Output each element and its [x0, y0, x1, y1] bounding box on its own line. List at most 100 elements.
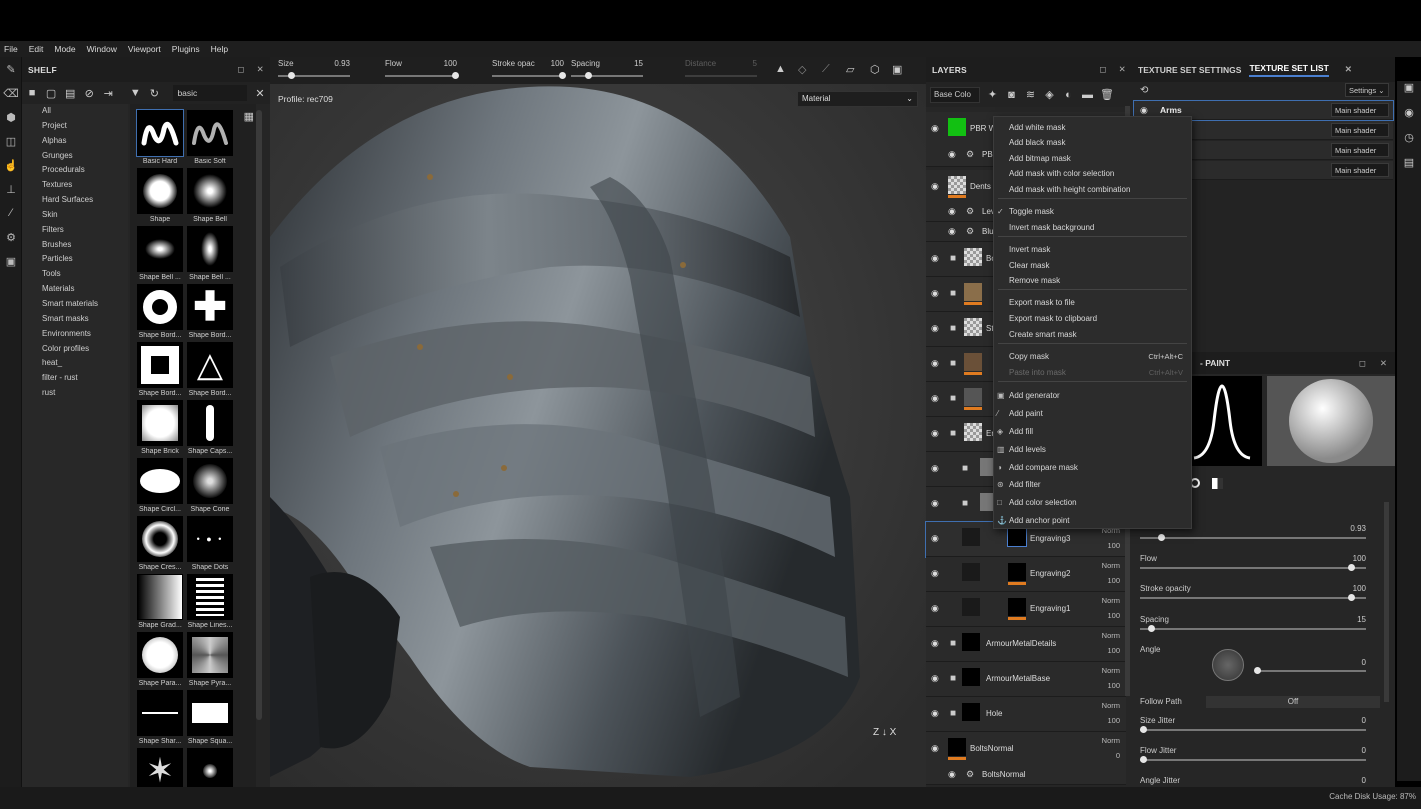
shelf-category-item[interactable]: Hard Surfaces	[22, 193, 128, 208]
shelf-item[interactable]: △ Shape Bord...	[186, 342, 234, 397]
flow-slider[interactable]: Flow 100	[385, 57, 459, 84]
shelf-item[interactable]: Shape Brick	[136, 400, 184, 455]
eye-icon[interactable]: ◉	[931, 638, 944, 649]
layer-row[interactable]: ◉ BoltsNormal Norm 0	[926, 732, 1126, 767]
layer-opacity[interactable]: 100	[1107, 576, 1120, 585]
lazy-mouse-icon[interactable]: ◇	[798, 63, 806, 76]
prop-follow-path[interactable]: Follow Path Off	[1140, 696, 1380, 713]
shelf-item[interactable]: Basic Hard	[136, 109, 184, 165]
mask-thumbnail[interactable]	[1007, 527, 1027, 547]
maximize-icon[interactable]: ◻	[1359, 358, 1366, 369]
shelf-category-item[interactable]: Filters	[22, 223, 128, 238]
close-icon[interactable]: ✕	[1345, 64, 1352, 75]
eye-icon[interactable]: ◉	[931, 253, 944, 264]
spacing-slider[interactable]: Spacing 15	[571, 57, 643, 84]
menu-item[interactable]: Copy mask Ctrl+Alt+C	[994, 349, 1191, 364]
new-file-icon[interactable]: ▢	[45, 87, 57, 100]
menu-item[interactable]: Clear mask	[994, 258, 1191, 273]
shelf-item[interactable]: Shape	[136, 168, 184, 223]
tab-texture-set-settings[interactable]: TEXTURE SET SETTINGS	[1138, 65, 1241, 75]
add-mask-icon[interactable]: ◙	[1005, 89, 1018, 101]
link-icon[interactable]: ⟲	[1140, 85, 1148, 96]
size-slider[interactable]: Size 0.93	[278, 57, 350, 84]
shelf-item[interactable]: Shape Cres...	[136, 516, 184, 571]
eye-icon[interactable]: ◉	[931, 603, 944, 614]
menu-item[interactable]: Add black mask	[994, 135, 1191, 150]
shelf-category-item[interactable]: rust	[22, 386, 128, 401]
shelf-category-item[interactable]: Color profiles	[22, 342, 128, 357]
shelf-category-item[interactable]: Textures	[22, 178, 128, 193]
eye-icon[interactable]: ◉	[931, 568, 944, 579]
menu-item[interactable]: Export mask to clipboard	[994, 311, 1191, 326]
eye-icon[interactable]: ◉	[931, 428, 944, 439]
menu-window[interactable]: Window	[83, 44, 124, 54]
smart-material-icon[interactable]: ◐	[1062, 89, 1075, 101]
display-settings-icon[interactable]: ▣	[1397, 81, 1421, 106]
shelf-search-input[interactable]: basic	[173, 85, 247, 101]
menu-mode[interactable]: Mode	[50, 44, 82, 54]
shelf-item[interactable]: Shape Bell	[186, 168, 234, 223]
eye-icon[interactable]: ◉	[931, 393, 944, 404]
layer-row[interactable]: ◉ ■ ArmourMetalBase Norm 100	[926, 662, 1126, 697]
layer-row[interactable]: ◉ ■ ArmourMetalDetails Norm 100	[926, 627, 1126, 662]
shader-dropdown[interactable]: Main shader	[1331, 143, 1389, 157]
distance-slider[interactable]: Distance 5	[685, 57, 757, 84]
eye-icon[interactable]: ◉	[1140, 105, 1148, 116]
shelf-category-item[interactable]: Materials	[22, 282, 128, 297]
menu-item[interactable]: ⁄ Add paint	[994, 406, 1191, 421]
eye-icon[interactable]: ◉	[931, 358, 944, 369]
refresh-icon[interactable]: ↻	[148, 87, 160, 100]
layer-row[interactable]: ◉ Engraving1 Norm 100	[926, 592, 1126, 627]
shelf-category-item[interactable]: Tools	[22, 267, 128, 282]
shader-dropdown[interactable]: Main shader	[1331, 123, 1389, 137]
eye-icon[interactable]: ◉	[931, 708, 944, 719]
menu-item[interactable]: ▣ Add generator	[994, 388, 1191, 403]
shelf-category-item[interactable]: filter - rust	[22, 371, 128, 386]
save-icon[interactable]: ▤	[64, 87, 76, 100]
menu-item[interactable]: Invert mask	[994, 242, 1191, 257]
shelf-category-item[interactable]: Environments	[22, 327, 128, 342]
prop-flow-jitter[interactable]: Flow Jitter 0	[1140, 746, 1380, 776]
polygon-fill-icon[interactable]: ◫	[0, 129, 22, 153]
eye-icon[interactable]: ◉	[931, 288, 944, 299]
menu-plugins[interactable]: Plugins	[168, 44, 207, 54]
shelf-category-item[interactable]: Project	[22, 119, 128, 134]
eye-icon[interactable]: ◉	[948, 769, 961, 780]
shelf-item[interactable]: Shape Cone	[186, 458, 234, 513]
selection-icon[interactable]: ▱	[846, 63, 854, 76]
shelf-category-item[interactable]: Alphas	[22, 134, 128, 149]
channel-dropdown[interactable]: Base Colo	[930, 86, 980, 103]
add-layer-icon[interactable]: ≋	[1024, 88, 1037, 101]
layer-blend-mode[interactable]: Norm	[1102, 631, 1120, 640]
shelf-item[interactable]: Shape Caps...	[186, 400, 234, 455]
shelf-item[interactable]: ✚ Shape Bord...	[186, 284, 234, 339]
close-icon[interactable]: ✕	[257, 64, 264, 75]
properties-scrollbar[interactable]	[1384, 502, 1389, 702]
shelf-category-item[interactable]: Grunges	[22, 149, 128, 164]
layer-blend-mode[interactable]: Norm	[1102, 596, 1120, 605]
eye-icon[interactable]: ◉	[931, 323, 944, 334]
menu-item[interactable]: ◈ Add fill	[994, 424, 1191, 439]
camera-view-icon[interactable]: ▣	[892, 63, 902, 76]
viewport-3d[interactable]: Z ↓ X	[270, 57, 926, 787]
follow-path-toggle[interactable]: Off	[1206, 696, 1380, 708]
projection-icon[interactable]: ⬢	[0, 105, 22, 129]
add-effect-icon[interactable]: ✦	[986, 88, 999, 101]
prop-spacing-slider[interactable]: Spacing 15	[1140, 615, 1380, 645]
layer-blend-mode[interactable]: Norm	[1102, 561, 1120, 570]
menu-item[interactable]: Export mask to file	[994, 295, 1191, 310]
menu-item[interactable]: Add mask with color selection	[994, 166, 1191, 181]
cube-icon[interactable]: ⬡	[870, 63, 880, 76]
hide-icon[interactable]: ⊘	[83, 87, 95, 100]
prop-stroke-slider[interactable]: Stroke opacity 100	[1140, 584, 1380, 614]
add-group-icon[interactable]: ▬	[1081, 89, 1094, 101]
camera-icon[interactable]: ▣	[0, 249, 22, 273]
layer-blend-mode[interactable]: Norm	[1102, 736, 1120, 745]
menu-item[interactable]: ⊛ Add filter	[994, 477, 1191, 492]
shelf-item[interactable]: Shape Bord...	[136, 284, 184, 339]
shelf-item[interactable]: Shape Shar...	[136, 690, 184, 745]
menu-item[interactable]: ✓ Toggle mask	[994, 204, 1191, 219]
eye-icon[interactable]: ◉	[948, 226, 961, 237]
menu-item[interactable]: Add bitmap mask	[994, 151, 1191, 166]
shelf-item[interactable]: Shape Bord...	[136, 342, 184, 397]
